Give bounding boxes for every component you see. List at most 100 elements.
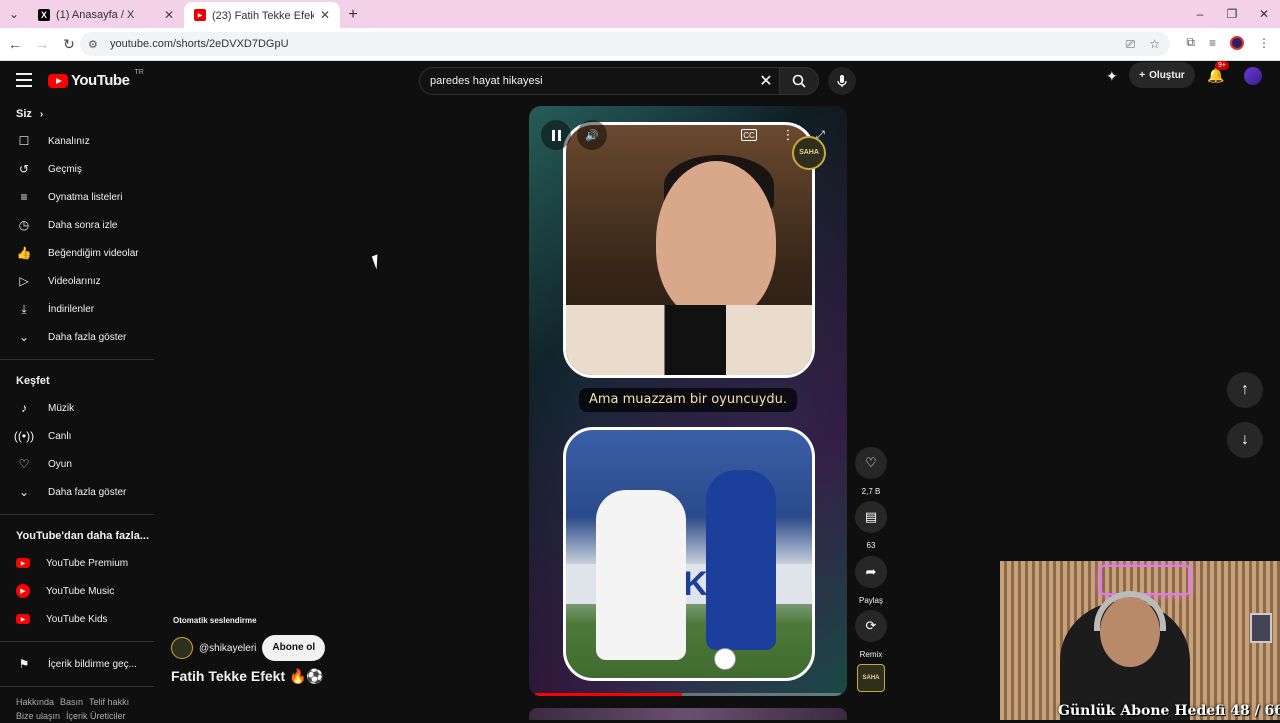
sidebar-item-label: Oyun: [48, 458, 72, 470]
chevron-right-icon: ›: [39, 108, 44, 120]
sidebar-item-label: Daha fazla göster: [48, 331, 127, 343]
volume-icon[interactable]: 🔊: [577, 120, 607, 150]
subscribe-button[interactable]: Abone ol: [262, 635, 326, 661]
face-shape: [656, 161, 776, 321]
media-controls-icon[interactable]: ≡: [1209, 36, 1216, 50]
sidebar-item-show-more[interactable]: ⌄ Daha fazla göster: [0, 323, 154, 351]
video-frame-top: [563, 122, 815, 378]
browser-tab-x[interactable]: X (1) Anasayfa / X ✕: [28, 2, 184, 28]
chevron-down-icon: ⌄: [18, 330, 30, 344]
install-icon[interactable]: ⎚: [1126, 37, 1136, 52]
pause-button[interactable]: [541, 120, 571, 150]
sidebar-item-label: YouTube Premium: [46, 557, 129, 569]
browser-tab-youtube[interactable]: ▶ (23) Fatih Tekke Efekt 🔥⚽ ✕: [184, 2, 340, 28]
sidebar-item-downloads[interactable]: ⤓ İndirilenler: [0, 295, 154, 323]
sidebar-you-header[interactable]: Siz ›: [0, 101, 154, 127]
minimize-icon[interactable]: –: [1184, 0, 1216, 28]
channel-handle[interactable]: @shikayeleri: [199, 643, 256, 654]
address-bar[interactable]: ⚙ youtube.com/shorts/2eDVXD7DGpU ⎚ ☆: [80, 32, 1170, 56]
profile-avatar[interactable]: [1230, 35, 1244, 50]
remix-action[interactable]: ⟳ Remix: [855, 610, 887, 659]
share-action[interactable]: ➦ Paylaş: [855, 556, 887, 605]
comment-icon[interactable]: ▤: [855, 501, 887, 533]
next-short-button[interactable]: ↓: [1227, 422, 1263, 458]
reload-icon[interactable]: ↻: [57, 36, 81, 53]
thumbs-up-icon: 👍: [16, 246, 32, 260]
channel-icon: ☐: [18, 134, 30, 148]
football-icon: [714, 648, 736, 670]
you-header-label: Siz: [16, 108, 32, 120]
divider: [0, 641, 154, 642]
search-input[interactable]: paredes hayat hikayesi: [430, 75, 751, 87]
sidebar-item-music[interactable]: ♪ Müzik: [0, 394, 154, 422]
sidebar-item-playlists[interactable]: ≡ Oynatma listeleri: [0, 183, 154, 211]
footer-link-about[interactable]: Hakkında: [16, 697, 54, 707]
channel-thumbnail[interactable]: SAHA: [857, 664, 885, 692]
neon-sign: [1100, 565, 1190, 595]
sidebar-item-gaming[interactable]: ♡ Oyun: [0, 450, 154, 478]
sidebar-item-label: YouTube Music: [46, 585, 115, 597]
sidebar-item-premium[interactable]: ▶ YouTube Premium: [0, 549, 154, 577]
like-action[interactable]: ♡ 2,7 B: [855, 447, 887, 496]
back-icon[interactable]: ←: [3, 36, 27, 52]
video-icon: ▷: [19, 274, 29, 288]
captions-icon[interactable]: CC: [741, 129, 757, 141]
heart-icon[interactable]: ♡: [855, 447, 887, 479]
bookmark-star-icon[interactable]: ☆: [1149, 37, 1160, 52]
sidebar-item-label: YouTube Kids: [46, 613, 108, 625]
close-icon[interactable]: ✕: [320, 8, 330, 22]
headset-icon: [1094, 591, 1166, 631]
voice-search-button[interactable]: [828, 67, 856, 95]
create-button[interactable]: + Oluştur: [1129, 62, 1195, 88]
site-info-icon[interactable]: ⚙: [88, 38, 102, 51]
restore-icon[interactable]: ❐: [1216, 0, 1248, 28]
sidebar-item-live[interactable]: ((•)) Canlı: [0, 422, 154, 450]
footer-link-copyright[interactable]: Telif hakkı: [89, 697, 129, 707]
search-box[interactable]: paredes hayat hikayesi ✕: [419, 67, 781, 95]
comment-action[interactable]: ▤ 63: [855, 501, 887, 550]
sidebar-item-your-videos[interactable]: ▷ Videolarınız: [0, 267, 154, 295]
menu-kebab-icon[interactable]: ⋮: [1258, 36, 1270, 50]
sparkle-icon[interactable]: ✦: [1106, 68, 1118, 85]
sidebar-item-report[interactable]: ⚑ İçerik bildirme geç...: [0, 650, 154, 678]
progress-bar[interactable]: [535, 693, 841, 696]
sidebar-item-label: Müzik: [48, 402, 75, 414]
sidebar-more-header: YouTube'dan daha fazla...: [16, 530, 149, 542]
sidebar-item-label: Videolarınız: [48, 275, 101, 287]
new-tab-button[interactable]: +: [340, 2, 366, 28]
sidebar-item-history[interactable]: ↺ Geçmiş: [0, 155, 154, 183]
comment-count: 63: [866, 541, 876, 550]
youtube-masthead: YouTube TR paredes hayat hikayesi ✕ ✦ + …: [0, 61, 1280, 101]
sidebar-item-channel[interactable]: ☐ Kanalınız: [0, 127, 154, 155]
youtube-premium-icon: ▶: [16, 558, 30, 568]
close-icon[interactable]: ✕: [164, 8, 174, 22]
remix-label: Remix: [859, 650, 883, 659]
create-label: Oluştur: [1149, 69, 1185, 81]
footer-link-press[interactable]: Basın: [60, 697, 83, 707]
sidebar-item-kids[interactable]: ▶ YouTube Kids: [0, 605, 154, 633]
share-icon[interactable]: ➦: [855, 556, 887, 588]
progress-fill: [535, 693, 682, 696]
search-button[interactable]: [779, 67, 819, 95]
account-avatar[interactable]: [1244, 67, 1262, 85]
coat-shape: [566, 305, 812, 375]
youtube-logo[interactable]: YouTube TR: [48, 69, 144, 89]
clear-search-icon[interactable]: ✕: [751, 71, 781, 91]
previous-short-button[interactable]: ↑: [1227, 372, 1263, 408]
search-icon: [792, 74, 806, 88]
sidebar-item-music-app[interactable]: ▶ YouTube Music: [0, 577, 154, 605]
forward-icon[interactable]: →: [30, 36, 54, 52]
hamburger-menu-icon[interactable]: [16, 73, 32, 87]
sidebar-item-show-more[interactable]: ⌄ Daha fazla göster: [0, 478, 154, 506]
tab-search-icon[interactable]: ⌄: [0, 0, 28, 28]
sidebar-item-liked[interactable]: 👍 Beğendiğim videolar: [0, 239, 154, 267]
shorts-player[interactable]: Ama muazzam bir oyuncuydu. POKR 🔊 CC ⋮ ⤢…: [529, 106, 847, 696]
sidebar-item-watch-later[interactable]: ◷ Daha sonra izle: [0, 211, 154, 239]
subscriber-goal-text: Günlük Abone Hedefi 48 / 661: [1058, 703, 1280, 719]
next-short-preview[interactable]: [529, 708, 847, 720]
remix-icon[interactable]: ⟳: [855, 610, 887, 642]
extensions-icon[interactable]: ⧉: [1186, 35, 1195, 50]
player-blue-shape: [706, 470, 776, 650]
close-window-icon[interactable]: ✕: [1248, 0, 1280, 28]
channel-avatar[interactable]: [171, 637, 193, 659]
